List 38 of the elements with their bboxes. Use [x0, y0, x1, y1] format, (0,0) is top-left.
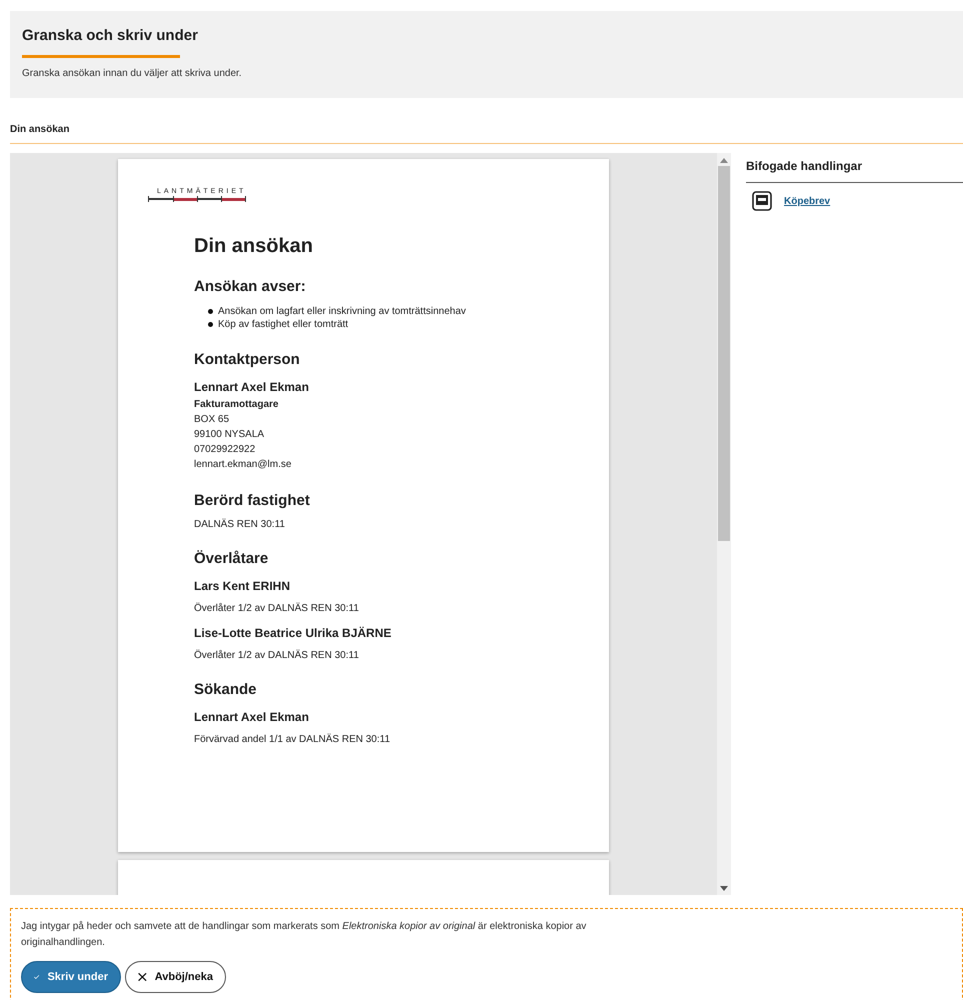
list-item: Ansökan om lagfart eller inskrivning av tomträttsinnehav — [218, 305, 466, 318]
document-text: Överlåter 1/2 av DALNÄS REN 30:11 — [194, 603, 360, 614]
section-heading: Överlåtare — [194, 550, 270, 567]
page-subtitle: Granska ansökan innan du väljer att skriva under. — [22, 68, 243, 79]
bullet-icon — [208, 309, 213, 314]
document-title: Din ansökan — [194, 235, 314, 258]
bullet-icon — [208, 322, 213, 327]
page-title: Granska och skriv under — [22, 27, 199, 44]
sign-button[interactable]: Skriv under — [21, 961, 121, 993]
pdf-file-icon — [752, 191, 772, 211]
attachment-link[interactable]: Köpebrev — [784, 196, 830, 206]
contact-line: Fakturamottagare — [194, 398, 280, 412]
person-name: Lise-Lotte Beatrice Ulrika BJÄRNE — [194, 626, 392, 640]
contact-line: 99100 NYSALA — [194, 428, 266, 442]
section-heading: Sökande — [194, 681, 258, 698]
section-heading: Kontaktperson — [194, 351, 301, 368]
scrollbar[interactable] — [717, 153, 731, 895]
scroll-up-icon[interactable] — [720, 158, 728, 163]
document-text: Förvärvad andel 1/1 av DALNÄS REN 30:11 — [194, 734, 392, 745]
contact-line: BOX 65 — [194, 413, 230, 427]
list-item: Köp av fastighet eller tomträtt — [218, 318, 348, 331]
scroll-down-icon[interactable] — [720, 886, 728, 891]
section-heading: Berörd fastighet — [194, 492, 311, 509]
decline-button[interactable]: Avböj/neka — [125, 961, 226, 993]
document-text: DALNÄS REN 30:11 — [194, 519, 286, 530]
contact-line: lennart.ekman@lm.se — [194, 458, 292, 472]
close-icon — [138, 970, 147, 984]
scrollbar-thumb[interactable] — [718, 166, 730, 541]
section-label: Din ansökan — [10, 124, 963, 144]
confirmation-text: Jag intygar på heder och samvete att de handlingar som markerats som Elektroniska kopior av original är elektroniska kopior av originalhandlingen. — [21, 920, 588, 950]
contact-line: 07029922922 — [194, 443, 256, 457]
person-name: Lennart Axel Ekman — [194, 710, 310, 724]
logo-scale-icon — [148, 196, 246, 202]
attachments-title: Bifogade handlingar — [746, 159, 963, 183]
section-heading: Ansökan avser: — [194, 278, 307, 295]
person-name: Lennart Axel Ekman — [194, 380, 310, 394]
document-text: Överlåter 1/2 av DALNÄS REN 30:11 — [194, 650, 360, 661]
person-name: Lars Kent ERIHN — [194, 579, 292, 593]
